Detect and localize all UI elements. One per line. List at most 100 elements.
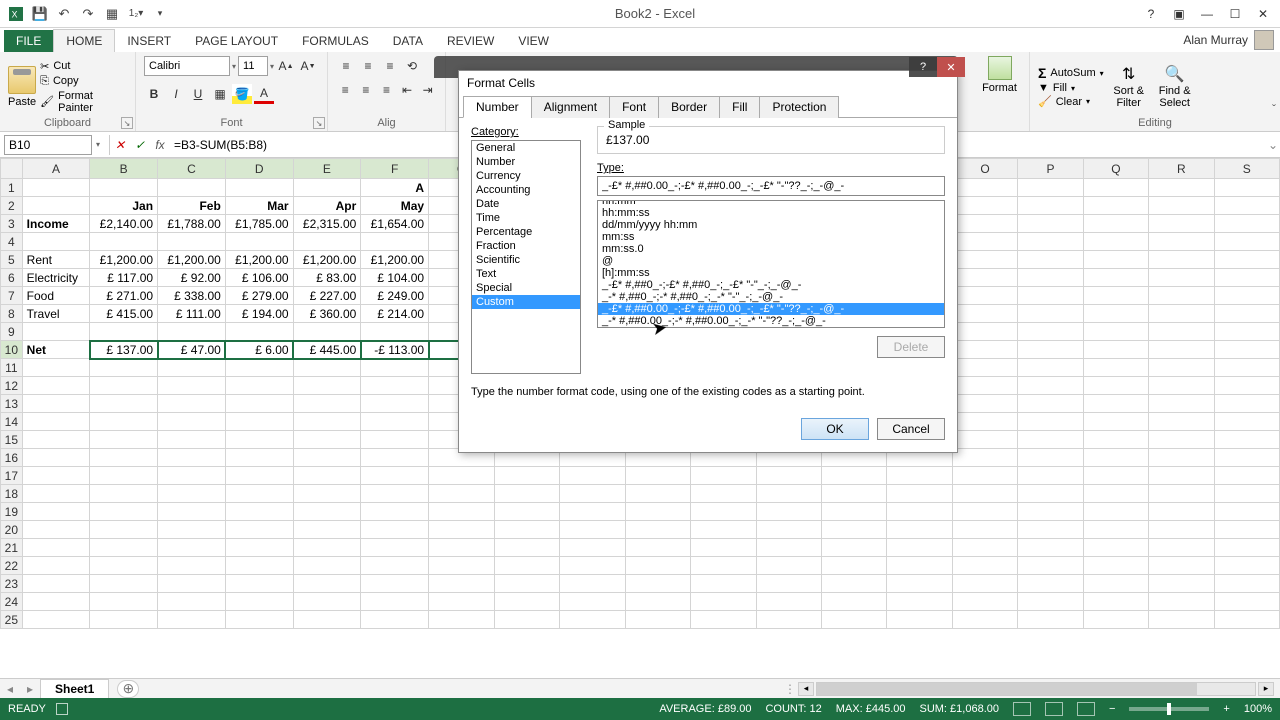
- cell[interactable]: [887, 575, 952, 593]
- cell[interactable]: [1149, 521, 1214, 539]
- cell[interactable]: [293, 233, 361, 251]
- cell[interactable]: [225, 413, 293, 431]
- macro-record-icon[interactable]: [56, 703, 68, 715]
- row-header[interactable]: 14: [1, 413, 23, 431]
- tab-home[interactable]: HOME: [53, 29, 115, 52]
- dialog-close-icon[interactable]: ✕: [937, 57, 965, 77]
- cell[interactable]: [158, 593, 226, 611]
- cell[interactable]: [361, 503, 429, 521]
- sheet-tab-active[interactable]: Sheet1: [40, 679, 109, 698]
- font-launcher[interactable]: ↘: [313, 117, 325, 129]
- cell[interactable]: [361, 413, 429, 431]
- cell[interactable]: [560, 539, 625, 557]
- qat-custom2-icon[interactable]: 1₂▾: [126, 4, 146, 24]
- cell[interactable]: [22, 413, 90, 431]
- cell[interactable]: [952, 521, 1017, 539]
- cell[interactable]: [560, 611, 625, 629]
- tab-review[interactable]: REVIEW: [435, 30, 506, 52]
- row-header[interactable]: 24: [1, 593, 23, 611]
- cell[interactable]: [952, 179, 1017, 197]
- col-header[interactable]: F: [361, 159, 429, 179]
- tab-data[interactable]: DATA: [381, 30, 435, 52]
- cell[interactable]: [1214, 287, 1280, 305]
- cell[interactable]: [952, 395, 1017, 413]
- col-header[interactable]: Q: [1083, 159, 1148, 179]
- cell[interactable]: [293, 413, 361, 431]
- user-account[interactable]: Alan Murray: [1183, 30, 1274, 50]
- view-pagebreak-icon[interactable]: [1077, 702, 1095, 716]
- dialog-tab-alignment[interactable]: Alignment: [531, 96, 610, 118]
- cell[interactable]: [225, 449, 293, 467]
- cell[interactable]: [1083, 413, 1148, 431]
- cell[interactable]: [22, 197, 90, 215]
- cell[interactable]: [1214, 269, 1280, 287]
- cell[interactable]: [495, 593, 560, 611]
- cell[interactable]: [691, 521, 756, 539]
- cell[interactable]: [691, 539, 756, 557]
- expand-formula-bar-icon[interactable]: ⌄: [1266, 138, 1280, 152]
- cell[interactable]: [429, 593, 495, 611]
- redo-icon[interactable]: ↷: [78, 4, 98, 24]
- cell[interactable]: [952, 269, 1017, 287]
- maximize-icon[interactable]: ☐: [1224, 5, 1246, 23]
- cell[interactable]: [158, 521, 226, 539]
- cell[interactable]: [158, 179, 226, 197]
- cell[interactable]: [560, 521, 625, 539]
- type-list-item[interactable]: _-* #,##0_-;-* #,##0_-;_-* "-"_-;_-@_-: [598, 291, 944, 303]
- type-list-item[interactable]: _-* #,##0.00_-;-* #,##0.00_-;_-* "-"??_-…: [598, 315, 944, 327]
- cell[interactable]: [361, 575, 429, 593]
- cell[interactable]: [293, 611, 361, 629]
- row-header[interactable]: 5: [1, 251, 23, 269]
- tab-insert[interactable]: INSERT: [115, 30, 183, 52]
- cell[interactable]: [1083, 269, 1148, 287]
- col-header[interactable]: P: [1018, 159, 1083, 179]
- col-header[interactable]: C: [158, 159, 226, 179]
- category-item[interactable]: Special: [472, 281, 580, 295]
- save-icon[interactable]: 💾: [30, 4, 50, 24]
- cell[interactable]: [952, 215, 1017, 233]
- cell[interactable]: [158, 431, 226, 449]
- cell[interactable]: [756, 593, 821, 611]
- cell[interactable]: [22, 593, 90, 611]
- align-bottom-icon[interactable]: ≡: [380, 56, 400, 76]
- clipboard-launcher[interactable]: ↘: [121, 117, 133, 129]
- cell[interactable]: [158, 233, 226, 251]
- cell[interactable]: [952, 323, 1017, 341]
- category-item[interactable]: Scientific: [472, 253, 580, 267]
- cell[interactable]: [1083, 341, 1148, 359]
- cell[interactable]: [1083, 197, 1148, 215]
- cell[interactable]: [90, 521, 158, 539]
- cell[interactable]: [1083, 323, 1148, 341]
- cell[interactable]: [821, 557, 886, 575]
- cell[interactable]: [495, 557, 560, 575]
- cell[interactable]: [22, 233, 90, 251]
- type-list-item[interactable]: hh:mm: [598, 200, 944, 207]
- cell[interactable]: [625, 593, 690, 611]
- dialog-titlebar[interactable]: Format Cells ? ✕: [459, 71, 957, 95]
- cancel-formula-icon[interactable]: ✕: [110, 135, 130, 155]
- cell[interactable]: [952, 467, 1017, 485]
- cell[interactable]: [22, 611, 90, 629]
- cell[interactable]: [293, 539, 361, 557]
- cell[interactable]: [90, 359, 158, 377]
- type-listbox[interactable]: hh:mmhh:mm:ssdd/mm/yyyy hh:mmmm:ssmm:ss.…: [597, 200, 945, 328]
- cell[interactable]: [691, 557, 756, 575]
- cell[interactable]: [225, 467, 293, 485]
- cell[interactable]: £1,200.00: [361, 251, 429, 269]
- cell[interactable]: [158, 359, 226, 377]
- cell[interactable]: [1018, 197, 1083, 215]
- cell[interactable]: [1083, 467, 1148, 485]
- cell[interactable]: [1018, 377, 1083, 395]
- cell[interactable]: [361, 395, 429, 413]
- delete-button[interactable]: Delete: [877, 336, 945, 358]
- cell[interactable]: [158, 413, 226, 431]
- cut-button[interactable]: ✂Cut: [40, 60, 127, 73]
- cell[interactable]: [225, 359, 293, 377]
- category-item[interactable]: Fraction: [472, 239, 580, 253]
- cell[interactable]: [225, 593, 293, 611]
- align-left-icon[interactable]: ≡: [336, 80, 355, 100]
- border-button[interactable]: ▦: [210, 84, 230, 104]
- cell[interactable]: [1214, 323, 1280, 341]
- italic-button[interactable]: I: [166, 84, 186, 104]
- row-header[interactable]: 21: [1, 539, 23, 557]
